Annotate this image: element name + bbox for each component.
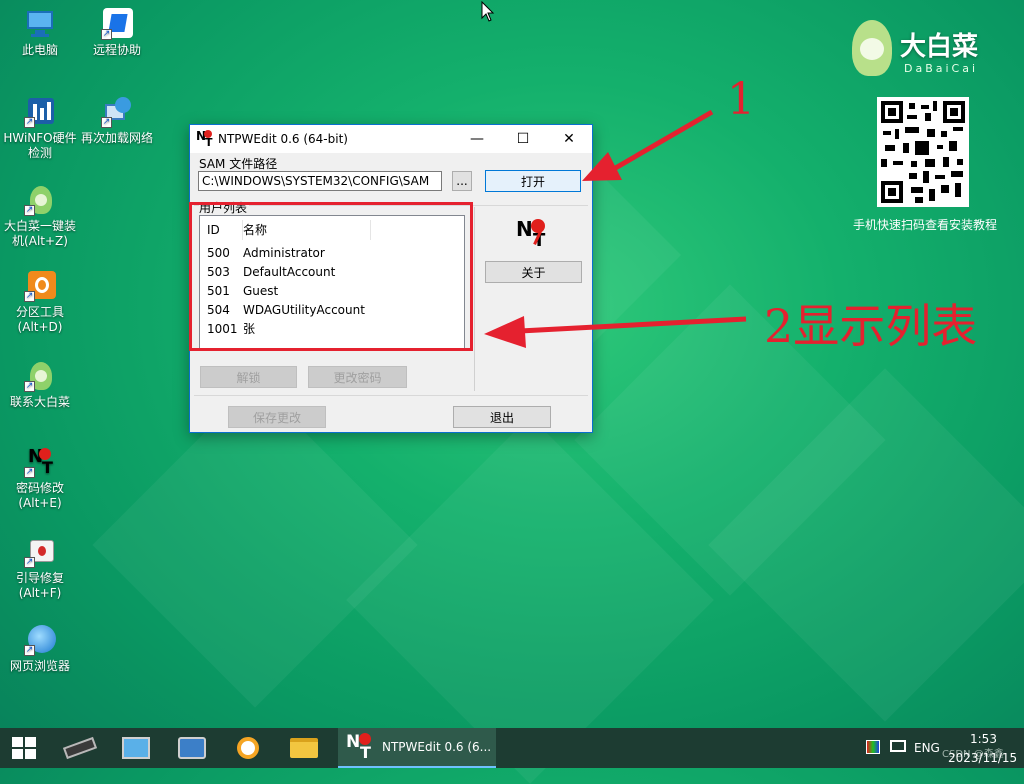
ntpwedit-logo-icon: N T bbox=[516, 217, 546, 251]
desktop-icon-remote-assist[interactable]: ↗ 远程协助 bbox=[77, 8, 157, 58]
desktop-icon-label: 此电脑 bbox=[21, 43, 58, 57]
ntpwedit-app-icon: N T bbox=[196, 129, 213, 149]
qr-code-icon bbox=[877, 97, 969, 207]
highlight-box-user-list bbox=[189, 202, 473, 351]
desktop-icon-label: 网页浏览器 bbox=[9, 659, 70, 673]
memory-chip-icon bbox=[62, 736, 98, 760]
network-reload-icon: ↗ bbox=[101, 96, 133, 128]
desktop-icon-label: 引导修复(Alt+F) bbox=[15, 571, 64, 600]
desktop-icon-label: 再次加载网络 bbox=[80, 131, 153, 145]
keyboard-monitor-icon bbox=[178, 737, 206, 759]
network-tray-icon[interactable] bbox=[890, 740, 906, 752]
taskbar-search-tool[interactable] bbox=[226, 728, 270, 768]
desktop-icon-label: HWiNFO硬件检测 bbox=[3, 131, 77, 160]
boot-repair-icon: ↗ bbox=[24, 536, 56, 568]
computer-icon bbox=[24, 8, 56, 40]
taskbar-keyboard-tool[interactable] bbox=[170, 728, 214, 768]
maximize-button[interactable]: ☐ bbox=[500, 125, 546, 153]
desktop-icon-hwinfo[interactable]: ↗ HWiNFO硬件检测 bbox=[0, 96, 80, 161]
browser-icon: ↗ bbox=[24, 624, 56, 656]
sam-path-input[interactable]: C:\WINDOWS\SYSTEM32\CONFIG\SAM bbox=[198, 171, 442, 191]
panel-separator bbox=[194, 395, 588, 396]
windows-logo-icon bbox=[12, 737, 36, 759]
desktop-icon-label: 密码修改(Alt+E) bbox=[15, 481, 64, 510]
taskbar: N T NTPWEdit 0.6 (6... ENG 1:53 CSDN @森鑫… bbox=[0, 728, 1024, 768]
desktop-icon-boot-repair[interactable]: ↗ 引导修复(Alt+F) bbox=[0, 536, 80, 601]
partition-tool-icon: ↗ bbox=[24, 270, 56, 302]
language-indicator[interactable]: ENG bbox=[914, 741, 940, 755]
clock-date[interactable]: 2023/11/15 bbox=[948, 751, 1017, 765]
open-button[interactable]: 打开 bbox=[485, 170, 581, 192]
remote-assist-icon: ↗ bbox=[101, 8, 133, 40]
change-password-button[interactable]: 更改密码 bbox=[308, 366, 407, 388]
unlock-button[interactable]: 解锁 bbox=[200, 366, 297, 388]
desktop-icon-password-edit[interactable]: N T ↗ 密码修改(Alt+E) bbox=[0, 446, 80, 511]
desktop-icon-browser[interactable]: ↗ 网页浏览器 bbox=[0, 624, 80, 674]
desktop-icon-contact[interactable]: ↗ 联系大白菜 bbox=[0, 360, 80, 410]
clock-time[interactable]: 1:53 bbox=[970, 732, 997, 746]
taskbar-file-explorer[interactable] bbox=[282, 728, 326, 768]
close-button[interactable]: ✕ bbox=[546, 125, 592, 153]
browse-button[interactable]: ... bbox=[452, 171, 472, 191]
desktop-icon-partition-tool[interactable]: ↗ 分区工具(Alt+D) bbox=[0, 270, 80, 335]
ntpwedit-taskbar-icon: N T bbox=[346, 732, 371, 762]
desktop-icon-label: 分区工具(Alt+D) bbox=[15, 305, 64, 334]
annotation-2: 2显示列表 bbox=[764, 299, 978, 353]
desktop-icon-this-pc[interactable]: 此电脑 bbox=[0, 8, 80, 58]
dabaicai-logo: 大白菜 DaBaiCai bbox=[848, 18, 998, 82]
desktop-icon-label: 大白菜一键装机(Alt+Z) bbox=[3, 219, 76, 248]
taskbar-active-ntpwedit[interactable]: N T NTPWEdit 0.6 (6... bbox=[338, 728, 496, 768]
arrow-1-shaft bbox=[610, 109, 714, 173]
mouse-cursor-icon bbox=[481, 1, 495, 22]
sam-path-label: SAM 文件路径 bbox=[199, 157, 278, 171]
color-tray-icon[interactable] bbox=[866, 740, 880, 754]
save-changes-button[interactable]: 保存更改 bbox=[228, 406, 326, 428]
exit-button[interactable]: 退出 bbox=[453, 406, 551, 428]
minimize-button[interactable]: — bbox=[454, 125, 500, 153]
cabbage-mascot-icon bbox=[848, 20, 896, 78]
desktop-icon-label: 联系大白菜 bbox=[9, 395, 70, 409]
ntpwedit-icon: N T ↗ bbox=[24, 446, 53, 478]
panel-divider-vertical bbox=[474, 207, 475, 391]
taskbar-device-manager[interactable] bbox=[114, 728, 158, 768]
qr-caption: 手机快速扫码查看安装教程 bbox=[852, 218, 997, 232]
desktop-icon-network-reload[interactable]: ↗ 再次加载网络 bbox=[77, 96, 157, 146]
start-button[interactable] bbox=[0, 728, 48, 768]
desktop-icon-dabaicai-install[interactable]: ↗ 大白菜一键装机(Alt+Z) bbox=[0, 184, 80, 249]
folder-icon bbox=[290, 738, 318, 758]
desktop-icon-label: 远程协助 bbox=[92, 43, 141, 57]
magnifier-icon bbox=[237, 737, 259, 759]
annotation-1: 1 bbox=[727, 74, 755, 125]
window-titlebar[interactable]: N T NTPWEdit 0.6 (64-bit) — ☐ ✕ bbox=[190, 125, 592, 153]
about-button[interactable]: 关于 bbox=[485, 261, 582, 283]
window-title: NTPWEdit 0.6 (64-bit) bbox=[218, 132, 348, 146]
dabaicai-contact-icon: ↗ bbox=[24, 360, 56, 392]
hwinfo-icon: ↗ bbox=[24, 96, 56, 128]
monitor-icon bbox=[122, 737, 150, 759]
taskbar-ram-tool[interactable] bbox=[58, 728, 102, 768]
dabaicai-icon: ↗ bbox=[24, 184, 56, 216]
taskbar-app-label: NTPWEdit 0.6 (6... bbox=[382, 740, 492, 754]
